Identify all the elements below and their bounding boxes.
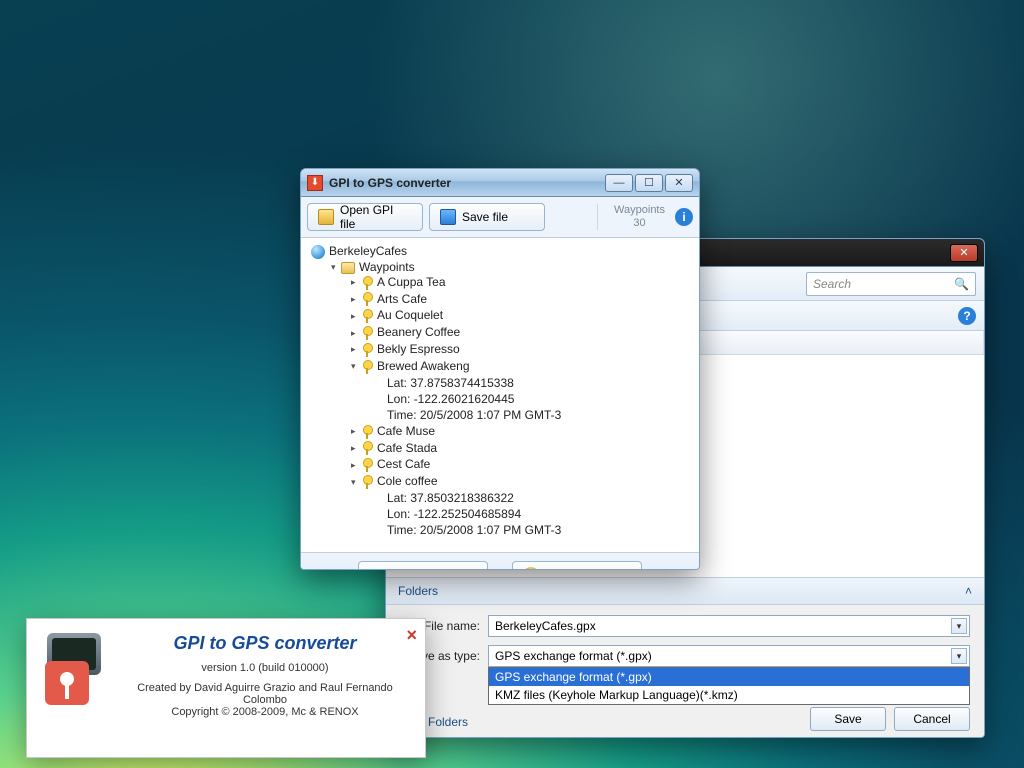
register-icon bbox=[523, 567, 539, 570]
window-title: GPI to GPS converter bbox=[329, 176, 451, 190]
expand-icon[interactable]: ▸ bbox=[351, 311, 361, 322]
about-app-icon bbox=[43, 633, 107, 697]
paypal-icon: PayPal bbox=[369, 568, 405, 570]
minimize-button[interactable]: — bbox=[605, 174, 633, 192]
tree-root[interactable]: BerkeleyCafes ▾Waypoints ▸A Cuppa Tea▸Ar… bbox=[309, 243, 695, 540]
converter-titlebar[interactable]: ⬇ GPI to GPS converter — ☐ ✕ bbox=[301, 169, 699, 197]
expand-icon[interactable]: ▸ bbox=[351, 277, 361, 288]
waypoint-detail: Lon: -122.252504685894 bbox=[367, 506, 695, 522]
about-created-by: Created by David Aguirre Grazio and Raul… bbox=[121, 682, 409, 706]
waypoint-item[interactable]: ▸Cafe Stada bbox=[349, 440, 695, 457]
waypoint-item[interactable]: ▸Arts Cafe bbox=[349, 291, 695, 308]
save-button[interactable]: Save bbox=[810, 707, 886, 731]
folders-label: Folders bbox=[398, 584, 438, 598]
save-form: File name: BerkeleyCafes.gpx ▾ Save as t… bbox=[386, 605, 984, 738]
waypoint-detail: Lon: -122.26021620445 bbox=[367, 391, 695, 407]
waypoint-detail: Lat: 37.8758374415338 bbox=[367, 375, 695, 391]
pin-icon bbox=[361, 458, 373, 472]
folder-icon bbox=[341, 262, 355, 274]
bottom-toolbar: PayPal Buy now Register bbox=[301, 552, 699, 570]
buy-now-button[interactable]: PayPal Buy now bbox=[358, 561, 488, 570]
waypoint-detail: Lat: 37.8503218386322 bbox=[367, 490, 695, 506]
search-icon: 🔍 bbox=[954, 277, 969, 291]
waypoint-item[interactable]: ▸A Cuppa Tea bbox=[349, 274, 695, 291]
toolbar: Open GPI file Save file Waypoints 30 i bbox=[301, 197, 699, 238]
globe-icon bbox=[311, 245, 325, 259]
savetype-option-kmz[interactable]: KMZ files (Keyhole Markup Language)(*.km… bbox=[489, 686, 969, 704]
waypoints-counter: Waypoints 30 bbox=[597, 204, 669, 230]
waypoint-item[interactable]: ▾Brewed Awakeng bbox=[349, 358, 695, 375]
save-file-button[interactable]: Save file bbox=[429, 203, 545, 231]
info-button[interactable]: i bbox=[675, 208, 693, 226]
waypoint-item[interactable]: ▸Beanery Coffee bbox=[349, 324, 695, 341]
expand-icon[interactable]: ▾ bbox=[351, 477, 361, 488]
pin-icon bbox=[361, 326, 373, 340]
search-placeholder: Search bbox=[813, 277, 851, 291]
waypoint-item[interactable]: ▸Cafe Muse bbox=[349, 423, 695, 440]
savetype-dropdown-list[interactable]: GPS exchange format (*.gpx) KMZ files (K… bbox=[488, 667, 970, 705]
savetype-option-gpx[interactable]: GPS exchange format (*.gpx) bbox=[489, 668, 969, 686]
waypoint-item[interactable]: ▾Cole coffee bbox=[349, 473, 695, 490]
filename-history-dropdown[interactable]: ▾ bbox=[951, 618, 967, 634]
filename-input[interactable]: BerkeleyCafes.gpx ▾ bbox=[488, 615, 970, 637]
tree-folder[interactable]: ▾Waypoints ▸A Cuppa Tea▸Arts Cafe▸Au Coq… bbox=[329, 259, 695, 539]
open-gpi-button[interactable]: Open GPI file bbox=[307, 203, 423, 231]
waypoint-item[interactable]: ▸Au Coquelet bbox=[349, 307, 695, 324]
expand-icon[interactable]: ▸ bbox=[351, 443, 361, 454]
close-button[interactable]: × bbox=[406, 625, 417, 646]
collapse-icon[interactable]: ▾ bbox=[331, 262, 341, 273]
expand-icon[interactable]: ▸ bbox=[351, 294, 361, 305]
close-button[interactable]: ✕ bbox=[950, 244, 978, 262]
waypoint-detail: Time: 20/5/2008 1:07 PM GMT-3 bbox=[367, 407, 695, 423]
open-icon bbox=[318, 209, 334, 225]
expand-icon[interactable]: ▾ bbox=[351, 361, 361, 372]
pin-icon bbox=[361, 343, 373, 357]
close-button[interactable]: ✕ bbox=[665, 174, 693, 192]
about-version: version 1.0 (build 010000) bbox=[121, 662, 409, 674]
waypoint-detail: Time: 20/5/2008 1:07 PM GMT-3 bbox=[367, 522, 695, 538]
waypoint-item[interactable]: ▸Cest Cafe bbox=[349, 456, 695, 473]
expand-icon[interactable]: ▸ bbox=[351, 328, 361, 339]
expand-icon[interactable]: ▸ bbox=[351, 460, 361, 471]
save-icon bbox=[440, 209, 456, 225]
chevron-up-icon: ˄ bbox=[965, 584, 972, 598]
folders-panel-header[interactable]: Folders ˄ bbox=[386, 577, 984, 605]
pin-icon bbox=[361, 475, 373, 489]
expand-icon[interactable]: ▸ bbox=[351, 344, 361, 355]
waypoint-tree[interactable]: BerkeleyCafes ▾Waypoints ▸A Cuppa Tea▸Ar… bbox=[301, 238, 699, 552]
pin-icon bbox=[361, 276, 373, 290]
savetype-dropdown-button[interactable]: ▾ bbox=[951, 648, 967, 664]
cancel-button[interactable]: Cancel bbox=[894, 707, 970, 731]
converter-window: ⬇ GPI to GPS converter — ☐ ✕ Open GPI fi… bbox=[300, 168, 700, 570]
search-input[interactable]: Search 🔍 bbox=[806, 272, 976, 296]
maximize-button[interactable]: ☐ bbox=[635, 174, 663, 192]
pin-icon bbox=[361, 292, 373, 306]
pin-icon bbox=[361, 309, 373, 323]
app-icon: ⬇ bbox=[307, 175, 323, 191]
waypoint-item[interactable]: ▸Bekly Espresso bbox=[349, 341, 695, 358]
pin-icon bbox=[361, 441, 373, 455]
about-dialog: × GPI to GPS converter version 1.0 (buil… bbox=[26, 618, 426, 758]
register-button[interactable]: Register bbox=[512, 561, 642, 570]
help-button[interactable]: ? bbox=[958, 307, 976, 325]
pin-icon bbox=[361, 425, 373, 439]
about-copyright: Copyright © 2008-2009, Mc & RENOX bbox=[121, 706, 409, 718]
pin-icon bbox=[361, 360, 373, 374]
savetype-select[interactable]: GPS exchange format (*.gpx) ▾ bbox=[488, 645, 970, 667]
about-title: GPI to GPS converter bbox=[121, 633, 409, 654]
expand-icon[interactable]: ▸ bbox=[351, 426, 361, 437]
